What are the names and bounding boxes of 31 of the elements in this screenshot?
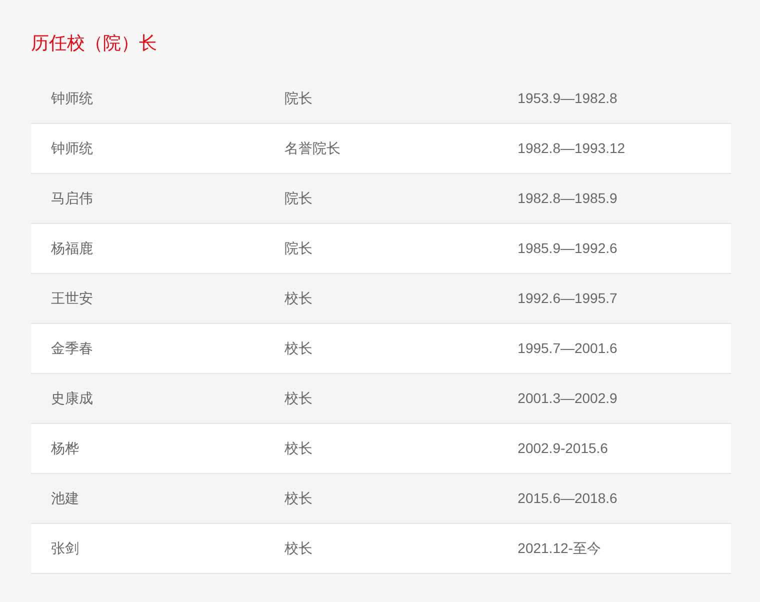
table-cell-text: 院长 [283,189,314,208]
table-cell-text: 杨桦 [50,439,80,458]
table-cell-text: 钟师统 [50,89,94,108]
table-cell-text: 校长 [283,539,314,558]
table-cell-text: 1982.8—1985.9 [516,189,618,208]
table-cell-text: 2001.3—2002.9 [516,389,618,408]
table-cell-text: 马启伟 [50,189,94,208]
table-cell-text: 名誉院长 [283,139,342,158]
table-cell-text: 杨福鹿 [50,239,94,258]
table-cell-text: 王世安 [50,289,94,308]
table-cell-text: 2002.9-2015.6 [516,439,609,458]
table-cell-text: 1992.6—1995.7 [516,289,618,308]
section-title: 历任校（院）长 [31,32,158,55]
table-cell-text: 史康成 [50,389,94,408]
table-cell-text: 校长 [283,289,314,308]
table-cell-text: 1953.9—1982.8 [516,89,618,108]
table-cell-text: 校长 [283,339,314,358]
table-cell-text: 校长 [283,389,314,408]
table-cell-text: 张剑 [50,539,80,558]
table-cell-text: 池建 [50,489,80,508]
table-cell-text: 校长 [283,489,314,508]
table-cell-text: 1995.7—2001.6 [516,339,618,358]
table-cell-text: 1985.9—1992.6 [516,239,618,258]
table-cell-text: 金季春 [50,339,94,358]
table-cell-text: 2021.12-至今 [516,539,602,558]
table-cell-text: 钟师统 [50,139,94,158]
table-cell-text: 院长 [283,239,314,258]
table-cell-text: 校长 [283,439,314,458]
table-cell-text: 2015.6—2018.6 [516,489,618,508]
table-cell-text: 1982.8—1993.12 [516,139,626,158]
table-cell-text: 院长 [283,89,314,108]
